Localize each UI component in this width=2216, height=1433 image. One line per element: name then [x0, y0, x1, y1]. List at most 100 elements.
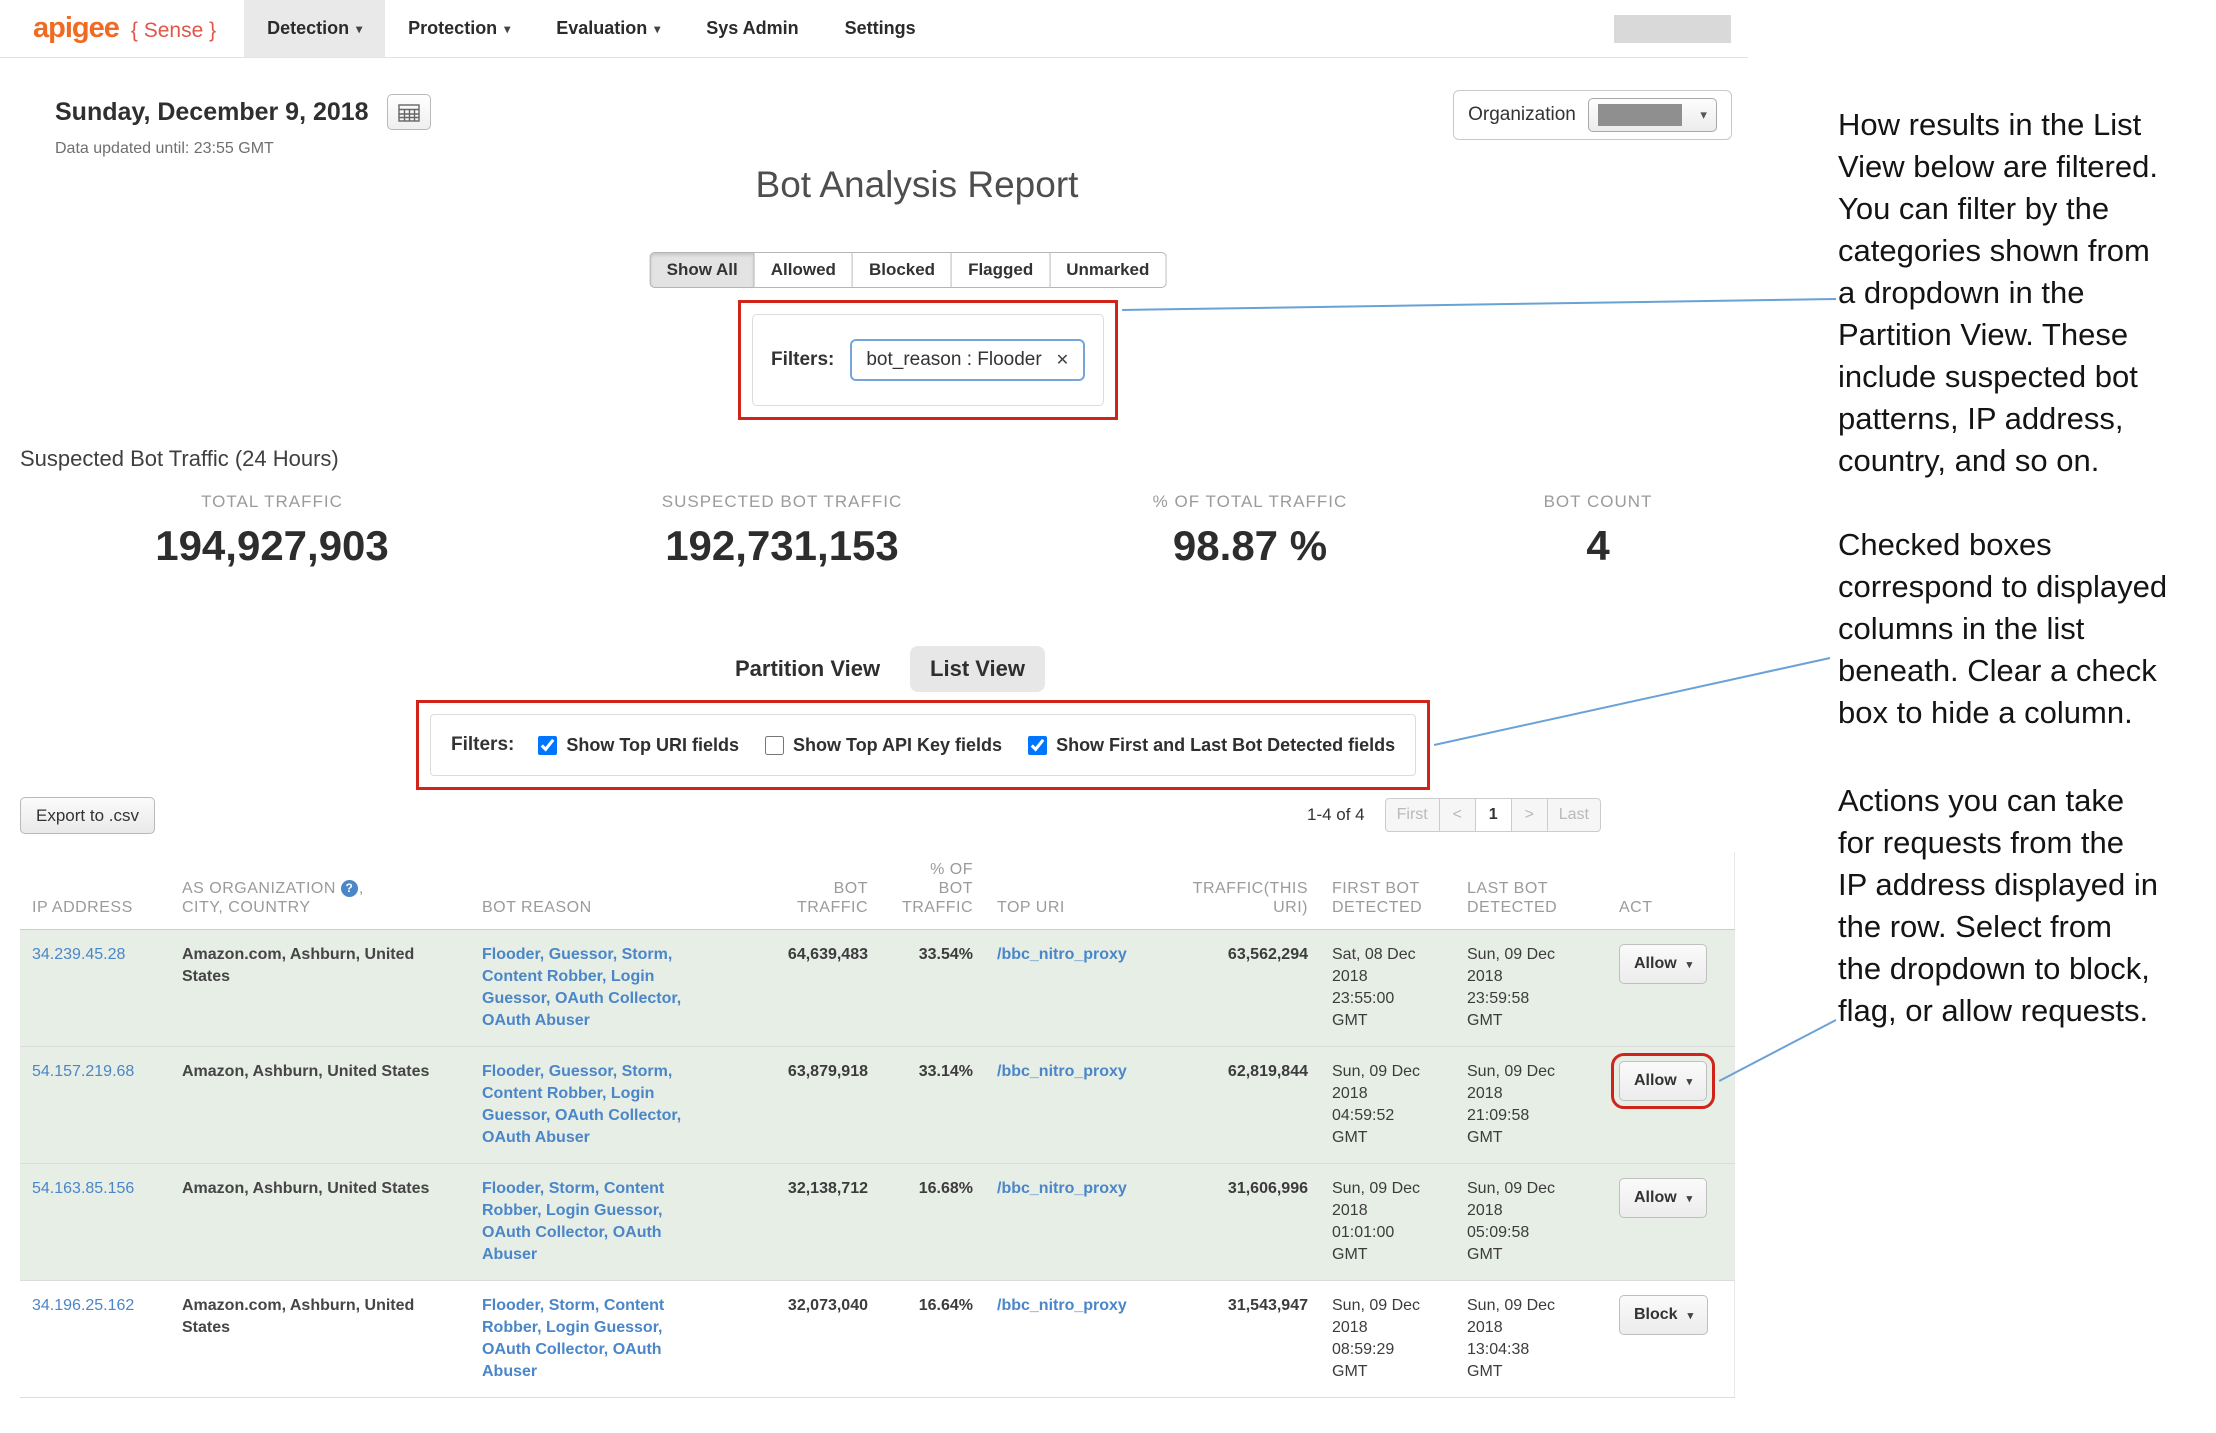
ip-address-link[interactable]: 34.196.25.162 — [32, 1297, 134, 1314]
top-uri-link[interactable]: /bbc_nitro_proxy — [997, 1180, 1127, 1197]
bot-reason-link[interactable]: Content Robber, — [482, 968, 606, 985]
stat-label: % OF TOTAL TRAFFIC — [1153, 492, 1348, 512]
last-bot-detected-cell: Sun, 09 Dec 2018 23:59:58 GMT — [1455, 930, 1607, 1047]
bot-reason-link[interactable]: Flooder, — [482, 1063, 544, 1080]
nav-item-label: Detection — [267, 18, 349, 39]
ip-address-cell: 54.163.85.156 — [20, 1164, 170, 1281]
col-header-bot-reason: BOT REASON — [470, 852, 715, 930]
bot-reason-link[interactable]: Login Guessor, — [546, 1202, 662, 1219]
pagination-buttons: First < 1 > Last — [1385, 798, 1601, 832]
action-cell: Block▾ — [1607, 1281, 1734, 1398]
stats-section-title: Suspected Bot Traffic (24 Hours) — [20, 446, 339, 472]
checkbox-show-top-api-key-fields[interactable] — [765, 736, 784, 755]
tab-flagged[interactable]: Flagged — [952, 252, 1050, 288]
checkbox-show-top-uri-fields[interactable] — [538, 736, 557, 755]
pct-bot-traffic-cell: 16.64% — [880, 1281, 985, 1398]
bot-reason-link[interactable]: OAuth Abuser — [482, 1012, 590, 1029]
pagination-first-button[interactable]: First — [1385, 798, 1440, 832]
remove-filter-button[interactable]: ✕ — [1056, 350, 1069, 370]
nav-item-protection[interactable]: Protection▾ — [385, 0, 533, 57]
bot-reason-link[interactable]: OAuth Collector, — [555, 1107, 681, 1124]
bot-reason-link[interactable]: Flooder, — [482, 1180, 544, 1197]
action-dropdown[interactable]: Allow▾ — [1619, 944, 1707, 984]
action-dropdown[interactable]: Block▾ — [1619, 1295, 1708, 1335]
info-icon[interactable]: ? — [341, 880, 358, 897]
action-dropdown[interactable]: Allow▾ — [1619, 1061, 1707, 1101]
action-label: Allow — [1634, 955, 1677, 973]
top-uri-cell: /bbc_nitro_proxy — [985, 1281, 1170, 1398]
nav-item-label: Evaluation — [556, 18, 647, 39]
as-organization-cell: Amazon.com, Ashburn, United States — [170, 1281, 470, 1398]
bot-reason-link[interactable]: Content Robber, — [482, 1085, 606, 1102]
filter-tag-text: bot_reason : Flooder — [866, 349, 1041, 371]
nav-item-detection[interactable]: Detection▾ — [244, 0, 385, 57]
top-uri-link[interactable]: /bbc_nitro_proxy — [997, 1063, 1127, 1080]
table-header-row: IP ADDRESSAS ORGANIZATION?,CITY, COUNTRY… — [20, 852, 1734, 930]
tab-allowed[interactable]: Allowed — [755, 252, 853, 288]
tab-show-all[interactable]: Show All — [650, 252, 755, 288]
tab-partition-view[interactable]: Partition View — [715, 646, 900, 692]
nav-item-settings[interactable]: Settings — [822, 0, 939, 57]
top-uri-link[interactable]: /bbc_nitro_proxy — [997, 1297, 1127, 1314]
action-dropdown[interactable]: Allow▾ — [1619, 1178, 1707, 1218]
table-row: 54.157.219.68Amazon, Ashburn, United Sta… — [20, 1047, 1734, 1164]
ip-address-link[interactable]: 54.157.219.68 — [32, 1063, 134, 1080]
bot-reason-link[interactable]: OAuth Abuser — [482, 1129, 590, 1146]
ip-address-link[interactable]: 54.163.85.156 — [32, 1180, 134, 1197]
tab-unmarked[interactable]: Unmarked — [1050, 252, 1166, 288]
bot-reason-link[interactable]: Storm, — [622, 1063, 673, 1080]
traffic-this-uri-cell: 63,562,294 — [1170, 930, 1320, 1047]
nav-item-evaluation[interactable]: Evaluation▾ — [533, 0, 683, 57]
organization-selector: Organization ▾ — [1453, 90, 1732, 140]
page: apigee { Sense } Detection▾Protection▾Ev… — [0, 0, 2216, 1433]
bot-reason-link[interactable]: Storm, — [622, 946, 673, 963]
nav-item-sys-admin[interactable]: Sys Admin — [683, 0, 821, 57]
bot-reason-link[interactable]: Storm, — [549, 1297, 600, 1314]
bot-traffic-cell: 32,073,040 — [715, 1281, 880, 1398]
pagination-page-button[interactable]: 1 — [1476, 798, 1512, 832]
checkbox-show-first-and-last-bot-detected-fields[interactable] — [1028, 736, 1047, 755]
page-title: Bot Analysis Report — [756, 164, 1079, 206]
bot-reason-link[interactable]: Guessor, — [549, 946, 617, 963]
column-filter-show-top-api-key-fields[interactable]: Show Top API Key fields — [765, 735, 1002, 756]
organization-dropdown[interactable]: ▾ — [1588, 98, 1717, 132]
organization-label: Organization — [1468, 104, 1576, 126]
stat-label: SUSPECTED BOT TRAFFIC — [662, 492, 902, 512]
stat-value: 4 — [1544, 522, 1653, 570]
col-header-traffic-this-uri: TRAFFIC(THISURI) — [1170, 852, 1320, 930]
annotation-box-column-filters: Filters: Show Top URI fieldsShow Top API… — [416, 700, 1430, 790]
bot-reason-link[interactable]: Flooder, — [482, 946, 544, 963]
calendar-button[interactable] — [387, 94, 431, 130]
bot-traffic-cell: 63,879,918 — [715, 1047, 880, 1164]
nav-items: Detection▾Protection▾Evaluation▾Sys Admi… — [244, 0, 939, 57]
bot-reason-link[interactable]: OAuth Collector, — [482, 1224, 608, 1241]
filter-tag: bot_reason : Flooder ✕ — [850, 339, 1085, 381]
bot-reason-link[interactable]: Storm, — [549, 1180, 600, 1197]
bot-reason-link[interactable]: Login Guessor, — [546, 1319, 662, 1336]
tab-list-view[interactable]: List View — [910, 646, 1045, 692]
pct-bot-traffic-cell: 33.14% — [880, 1047, 985, 1164]
annotation-filters-note: How results in the List View below are f… — [1838, 104, 2216, 482]
bot-reason-link[interactable]: OAuth Collector, — [482, 1341, 608, 1358]
column-filter-show-top-uri-fields[interactable]: Show Top URI fields — [538, 735, 739, 756]
action-cell: Allow▾ — [1607, 930, 1734, 1047]
pagination-prev-button[interactable]: < — [1440, 798, 1476, 832]
top-uri-link[interactable]: /bbc_nitro_proxy — [997, 946, 1127, 963]
tab-blocked[interactable]: Blocked — [853, 252, 952, 288]
action-label: Block — [1634, 1306, 1678, 1324]
ip-address-cell: 54.157.219.68 — [20, 1047, 170, 1164]
stat-value: 192,731,153 — [662, 522, 902, 570]
stat-value: 194,927,903 — [155, 522, 389, 570]
bot-reason-link[interactable]: OAuth Collector, — [555, 990, 681, 1007]
pagination-next-button[interactable]: > — [1512, 798, 1548, 832]
action-cell: Allow▾ — [1607, 1164, 1734, 1281]
top-uri-cell: /bbc_nitro_proxy — [985, 1164, 1170, 1281]
bot-reason-link[interactable]: Guessor, — [549, 1063, 617, 1080]
export-csv-button[interactable]: Export to .csv — [20, 797, 155, 834]
table-row: 34.196.25.162 Amazon.com, Ashburn, United… — [20, 1281, 1734, 1398]
ip-address-link[interactable]: 34.239.45.28 — [32, 946, 125, 963]
column-filter-show-first-and-last-bot-detected-fields[interactable]: Show First and Last Bot Detected fields — [1028, 735, 1395, 756]
col-header-ip-address: IP ADDRESS — [20, 852, 170, 930]
pagination-last-button[interactable]: Last — [1548, 798, 1601, 832]
bot-reason-link[interactable]: Flooder, — [482, 1297, 544, 1314]
